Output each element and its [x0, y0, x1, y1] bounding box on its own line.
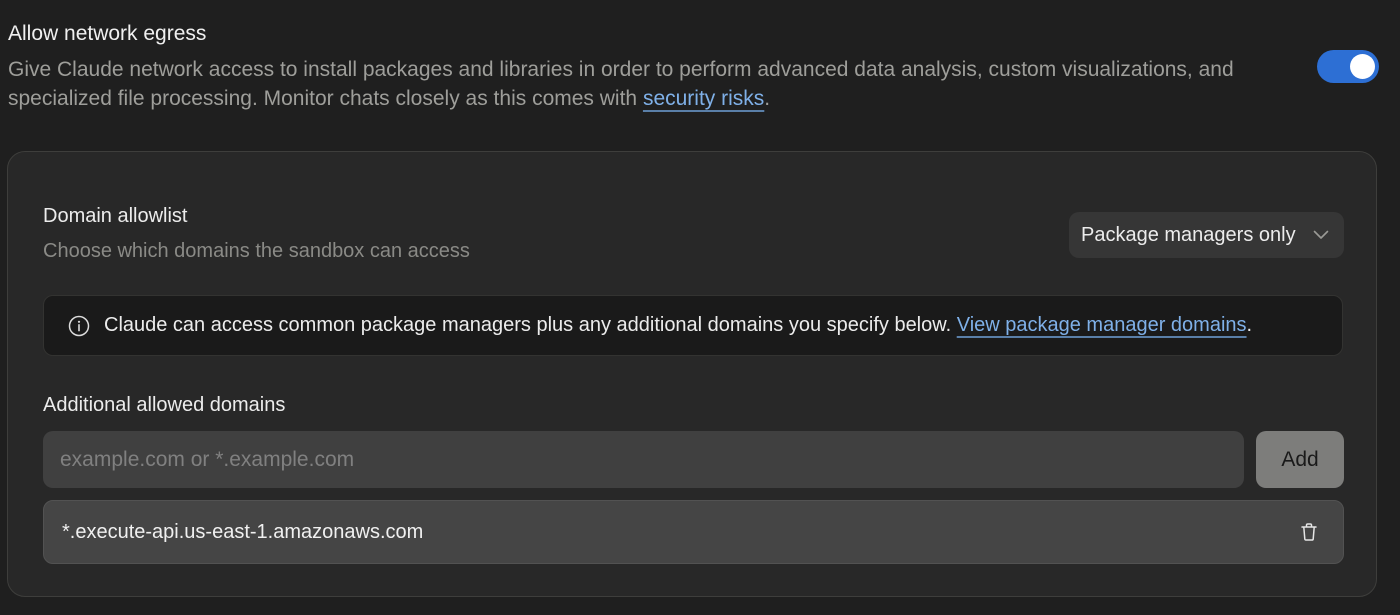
info-banner-text: Claude can access common package manager…: [104, 314, 1252, 337]
add-domain-button[interactable]: Add: [1256, 431, 1344, 488]
network-egress-description-text: Give Claude network access to install pa…: [8, 58, 1234, 110]
additional-domains-title: Additional allowed domains: [43, 394, 286, 416]
domain-allowlist-title: Domain allowlist: [43, 205, 188, 227]
network-egress-description-suffix: .: [764, 87, 771, 110]
security-risks-link[interactable]: security risks: [643, 87, 764, 110]
domain-input[interactable]: [43, 431, 1244, 488]
network-egress-description: Give Claude network access to install pa…: [8, 55, 1268, 113]
domain-allowlist-dropdown[interactable]: Package managers only: [1069, 212, 1344, 258]
chevron-down-icon: [1312, 226, 1330, 244]
domain-settings-card: Domain allowlist Choose which domains th…: [7, 151, 1377, 597]
info-banner-message: Claude can access common package manager…: [104, 314, 957, 336]
info-banner-suffix: .: [1246, 314, 1253, 336]
info-icon: [68, 315, 90, 337]
view-package-manager-domains-link[interactable]: View package manager domains: [957, 314, 1247, 336]
domain-list-item-text: *.execute-api.us-east-1.amazonaws.com: [62, 520, 424, 543]
trash-icon[interactable]: [1299, 522, 1319, 542]
settings-page: Allow network egress Give Claude network…: [0, 0, 1400, 615]
domain-list-item: *.execute-api.us-east-1.amazonaws.com: [43, 500, 1344, 564]
toggle-knob: [1350, 54, 1375, 79]
network-egress-toggle[interactable]: [1317, 50, 1379, 83]
info-banner: Claude can access common package manager…: [43, 295, 1343, 356]
network-egress-title: Allow network egress: [8, 22, 207, 45]
dropdown-selected-value: Package managers only: [1081, 223, 1296, 246]
domain-allowlist-description: Choose which domains the sandbox can acc…: [43, 240, 470, 262]
